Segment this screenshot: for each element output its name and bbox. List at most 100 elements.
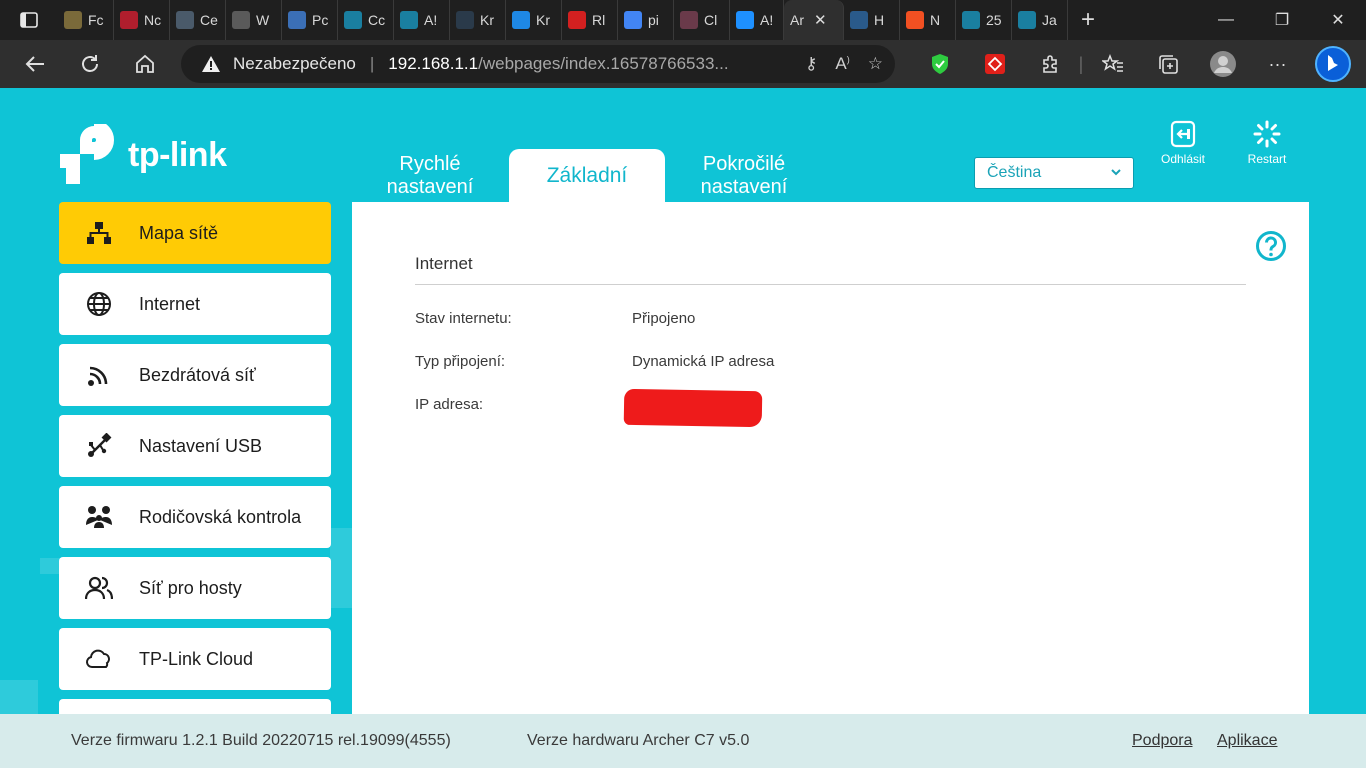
guests-icon [59, 557, 139, 619]
tab-title: N [930, 12, 941, 28]
collections-icon[interactable] [1140, 40, 1195, 88]
sidebar-item-network-map[interactable]: Mapa sítě [59, 202, 331, 264]
tab-advanced[interactable]: Pokročilé nastavení [674, 149, 814, 202]
tab-quick-setup[interactable]: Rychlé nastavení [362, 149, 498, 202]
logout-button[interactable]: Odhlásit [1148, 120, 1218, 166]
tab-favicon-icon [568, 11, 586, 29]
bing-copilot-icon[interactable] [1305, 40, 1360, 88]
tab-title: H [874, 12, 885, 28]
globe-icon [59, 273, 139, 335]
add-favorite-icon[interactable]: ☆ [868, 54, 883, 74]
favorites-icon[interactable] [1085, 40, 1140, 88]
app-link[interactable]: Aplikace [1217, 732, 1277, 750]
info-key: Typ připojení: [415, 353, 506, 370]
tab-favicon-icon [64, 11, 82, 29]
browser-tab[interactable]: pi [618, 0, 674, 40]
restart-button[interactable]: Restart [1232, 120, 1302, 166]
language-select[interactable]: Čeština [974, 157, 1134, 189]
tab-title: W [256, 12, 270, 28]
tab-favicon-icon [736, 11, 754, 29]
close-window-icon[interactable]: ✕ [1310, 0, 1366, 40]
sidebar-item-usb[interactable]: Nastavení USB [59, 415, 331, 477]
back-icon[interactable] [13, 44, 57, 84]
help-icon[interactable] [1255, 230, 1287, 262]
tab-basic[interactable]: Základní [509, 149, 665, 202]
tab-title: A! [760, 12, 774, 28]
browser-tab[interactable]: H [844, 0, 900, 40]
tab-favicon-icon [176, 11, 194, 29]
tp-link-logo-icon [60, 124, 115, 184]
browser-tab[interactable]: Rl [562, 0, 618, 40]
browser-tab[interactable]: 25 [956, 0, 1012, 40]
browser-tab[interactable]: W [226, 0, 282, 40]
browser-tab[interactable]: Cl [674, 0, 730, 40]
router-page: tp-link Rychlé nastavení Základní Pokroči… [0, 88, 1366, 768]
tab-title: Pc [312, 12, 329, 28]
tab-favicon-icon [512, 11, 530, 29]
info-row-ip-address: IP adresa: [415, 396, 632, 413]
more-options-icon[interactable]: ··· [1250, 40, 1305, 88]
minimize-icon[interactable]: — [1198, 0, 1254, 40]
warning-icon [202, 56, 220, 72]
tab-title: Ce [200, 12, 218, 28]
chevron-down-icon [1111, 169, 1121, 176]
tab-label: Pokročilé [702, 152, 786, 175]
cloud-icon [59, 628, 139, 690]
restore-icon[interactable]: ❐ [1254, 0, 1310, 40]
shield-extension-icon[interactable] [912, 40, 967, 88]
browser-tab-active[interactable]: Ar ✕ [784, 0, 844, 40]
support-link[interactable]: Podpora [1132, 732, 1193, 750]
info-value: Dynamická IP adresa [632, 353, 775, 370]
footer: Verze firmwaru 1.2.1 Build 20220715 rel.… [0, 714, 1366, 768]
browser-tab[interactable]: Ja [1012, 0, 1068, 40]
tab-favicon-icon [288, 11, 306, 29]
redaction-mark [623, 388, 763, 428]
extensions-icon[interactable] [1022, 40, 1077, 88]
read-aloud-icon[interactable]: A) [835, 54, 849, 74]
tab-title: Kr [536, 12, 550, 28]
tab-favicon-icon [680, 11, 698, 29]
tp-link-logo[interactable]: tp-link [58, 124, 227, 186]
browser-tab[interactable]: Cc [338, 0, 394, 40]
sidebar-item-internet[interactable]: Internet [59, 273, 331, 335]
close-tab-icon[interactable]: ✕ [814, 11, 827, 29]
tab-actions-icon[interactable] [0, 0, 58, 40]
new-tab-icon[interactable]: + [1068, 0, 1108, 40]
browser-tab[interactable]: Nc [114, 0, 170, 40]
info-row-connection-type: Typ připojení: Dynamická IP adresa [415, 353, 774, 370]
address-bar[interactable]: Nezabezpečeno | 192.168.1.1 /webpages/in… [181, 45, 895, 83]
sidebar-item-parental-control[interactable]: Rodičovská kontrola [59, 486, 331, 548]
sidebar-item-tp-link-cloud[interactable]: TP-Link Cloud [59, 628, 331, 690]
sidebar-item-label: Bezdrátová síť [139, 364, 256, 385]
window-controls: — ❐ ✕ [1198, 0, 1366, 40]
tab-favicon-icon [962, 11, 980, 29]
usb-icon [59, 415, 139, 477]
tab-favicon-icon [344, 11, 362, 29]
tab-label: nastavení [700, 175, 788, 198]
profile-avatar-icon[interactable] [1195, 40, 1250, 88]
browser-tab[interactable]: Kr [506, 0, 562, 40]
browser-tab[interactable]: A! [730, 0, 784, 40]
info-key: IP adresa: [415, 396, 484, 413]
browser-tab[interactable]: Pc [282, 0, 338, 40]
hardware-version: Verze hardwaru Archer C7 v5.0 [527, 732, 750, 749]
sidebar-item-guest-network[interactable]: Síť pro hosty [59, 557, 331, 619]
browser-tab[interactable]: Kr [450, 0, 506, 40]
key-icon[interactable]: ⚷ [805, 54, 817, 74]
reload-icon[interactable] [68, 44, 112, 84]
restart-icon [1253, 120, 1281, 148]
browser-tab[interactable]: Ce [170, 0, 226, 40]
tab-title: 25 [986, 12, 1002, 28]
tab-title: Nc [144, 12, 162, 28]
logout-icon [1170, 120, 1196, 148]
section-title: Internet [415, 254, 473, 273]
browser-tab[interactable]: A! [394, 0, 450, 40]
browser-tab[interactable]: N [900, 0, 956, 40]
sidebar-item-label: Internet [139, 293, 201, 314]
home-icon[interactable] [123, 44, 167, 84]
sidebar-item-wireless[interactable]: Bezdrátová síť [59, 344, 331, 406]
red-extension-icon[interactable] [967, 40, 1022, 88]
tab-favicon-icon [456, 11, 474, 29]
browser-tab[interactable]: Fc [58, 0, 114, 40]
address-host: 192.168.1.1 [388, 54, 479, 73]
